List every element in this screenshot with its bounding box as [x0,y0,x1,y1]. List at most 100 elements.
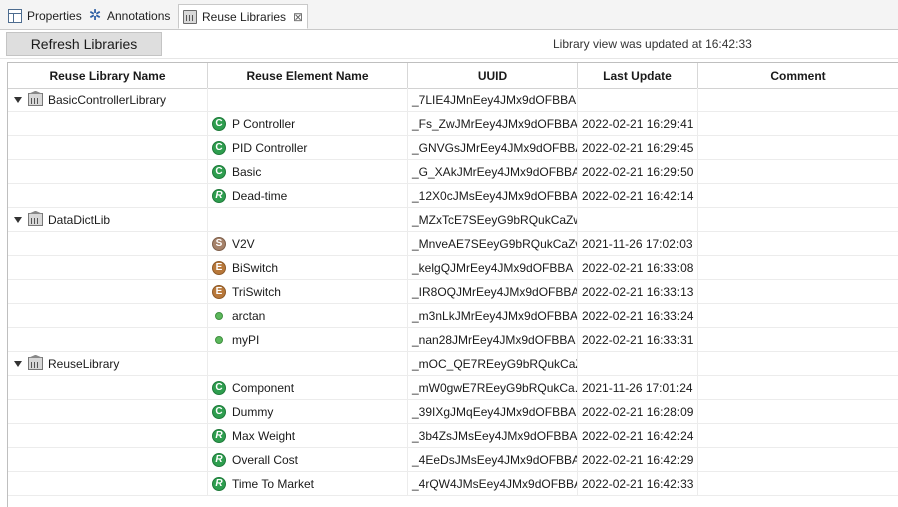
element-name-cell: C Component [208,376,408,399]
uuid-text: _nan28JMrEey4JMx9dOFBBA [412,332,576,347]
library-icon [28,211,43,226]
close-icon[interactable]: ⊠ [293,10,303,24]
column-header-last-update[interactable]: Last Update [578,63,698,88]
comment-cell[interactable] [698,280,898,303]
comment-cell[interactable] [698,256,898,279]
element-row[interactable]: myPI _nan28JMrEey4JMx9dOFBBA 2022-02-21 16… [8,328,898,352]
uuid-text: _m3nLkJMrEey4JMx9dOFBBA [412,308,578,323]
element-name-cell [208,208,408,231]
requirement-icon: R [212,452,226,467]
element-name: arctan [232,308,266,323]
column-header-library-name[interactable]: Reuse Library Name [8,63,208,88]
library-row[interactable]: DataDictLib _MZxTcE7SEeyG9bRQukCaZw [8,208,898,232]
element-row[interactable]: R Overall Cost _4EeDsJMsEey4JMx9dOFBBA 2022… [8,448,898,472]
properties-icon [8,9,22,23]
last-update-cell: 2022-02-21 16:29:50 [578,160,698,183]
uuid-text: _IR8OQJMrEey4JMx9dOFBBA [412,284,578,299]
library-name-cell [8,376,208,399]
comment-cell[interactable] [698,112,898,135]
tab-reuse-libraries[interactable]: Reuse Libraries ⊠ [178,4,309,29]
comment-cell[interactable] [698,472,898,495]
library-row[interactable]: ReuseLibrary _mOC_QE7REeyG9bRQukCaZw [8,352,898,376]
last-update-text: 2022-02-21 16:29:45 [582,140,694,155]
element-row[interactable]: S V2V _MnveAE7SEeyG9bRQukCaZw 2021-11-26 17… [8,232,898,256]
last-update-cell [578,352,698,375]
uuid-text: _3b4ZsJMsEey4JMx9dOFBBA [412,428,578,443]
uuid-text: _kelgQJMrEey4JMx9dOFBBA [412,260,574,275]
element-row[interactable]: C PID Controller _GNVGsJMrEey4JMx9dOFBBA 20… [8,136,898,160]
element-row[interactable]: C P Controller _Fs_ZwJMrEey4JMx9dOFBBA 2022… [8,112,898,136]
element-name-cell: E BiSwitch [208,256,408,279]
comment-cell[interactable] [698,88,898,111]
comment-cell[interactable] [698,424,898,447]
expand-triangle-icon[interactable] [14,216,22,223]
element-name-cell: R Dead-time [208,184,408,207]
last-update-text: 2022-02-21 16:29:50 [582,164,694,179]
tab-annotations[interactable]: ✲ Annotations [84,4,174,28]
element-name-cell: C P Controller [208,112,408,135]
library-icon [183,9,197,24]
element-row[interactable]: R Time To Market _4rQW4JMsEey4JMx9dOFBBA 20… [8,472,898,496]
library-row[interactable]: BasicControllerLibrary _7LIE4JMnEey4JMx9d… [8,88,898,112]
comment-cell[interactable] [698,232,898,255]
uuid-text: _39IXgJMqEey4JMx9dOFBBA [412,404,577,419]
uuid-cell: _IR8OQJMrEey4JMx9dOFBBA [408,280,578,303]
uuid-cell: _kelgQJMrEey4JMx9dOFBBA [408,256,578,279]
last-update-text: 2022-02-21 16:33:24 [582,308,694,323]
last-update-cell: 2022-02-21 16:28:09 [578,400,698,423]
last-update-cell: 2022-02-21 16:33:31 [578,328,698,351]
expand-triangle-icon[interactable] [14,360,22,367]
tab-properties[interactable]: Properties [4,4,86,28]
component-icon: C [212,140,226,155]
tab-bar: Properties ✲ Annotations Reuse Libraries… [0,0,898,30]
element-name-cell: R Overall Cost [208,448,408,471]
uuid-cell: _Fs_ZwJMrEey4JMx9dOFBBA [408,112,578,135]
comment-cell[interactable] [698,136,898,159]
uuid-cell: _39IXgJMqEey4JMx9dOFBBA [408,400,578,423]
comment-cell[interactable] [698,448,898,471]
comment-cell[interactable] [698,208,898,231]
element-row[interactable]: C Dummy _39IXgJMqEey4JMx9dOFBBA 2022-02-21 … [8,400,898,424]
uuid-cell: _7LIE4JMnEey4JMx9dOFBBA [408,88,578,111]
column-header-element-name[interactable]: Reuse Element Name [208,63,408,88]
uuid-cell: _nan28JMrEey4JMx9dOFBBA [408,328,578,351]
element-name: Dead-time [232,188,288,203]
tab-properties-label: Properties [27,9,82,23]
datatype-icon [215,335,223,344]
element-row[interactable]: arctan _m3nLkJMrEey4JMx9dOFBBA 2022-02-21 … [8,304,898,328]
expand-triangle-icon[interactable] [14,96,22,103]
uuid-text: _4EeDsJMsEey4JMx9dOFBBA [412,452,578,467]
element-row[interactable]: R Dead-time _12X0cJMsEey4JMx9dOFBBA 2022-02… [8,184,898,208]
element-row[interactable]: C Basic _G_XAkJMrEey4JMx9dOFBBA 2022-02-21 … [8,160,898,184]
element-name-cell: C Dummy [208,400,408,423]
element-row[interactable]: E TriSwitch _IR8OQJMrEey4JMx9dOFBBA 2022-02… [8,280,898,304]
last-update-cell: 2022-02-21 16:33:08 [578,256,698,279]
comment-cell[interactable] [698,352,898,375]
uuid-cell: _GNVGsJMrEey4JMx9dOFBBA [408,136,578,159]
last-update-cell [578,208,698,231]
column-header-uuid[interactable]: UUID [408,63,578,88]
last-update-cell: 2022-02-21 16:29:41 [578,112,698,135]
element-row[interactable]: E BiSwitch _kelgQJMrEey4JMx9dOFBBA 2022-02-… [8,256,898,280]
uuid-cell: _MZxTcE7SEeyG9bRQukCaZw [408,208,578,231]
library-name-cell: ReuseLibrary [8,352,208,375]
element-name-cell: E TriSwitch [208,280,408,303]
last-update-text: 2022-02-21 16:28:09 [582,404,694,419]
uuid-text: _7LIE4JMnEey4JMx9dOFBBA [412,92,577,107]
last-update-text: 2022-02-21 16:42:29 [582,452,694,467]
element-name-cell: C PID Controller [208,136,408,159]
comment-cell[interactable] [698,400,898,423]
element-name: PID Controller [232,140,308,155]
comment-cell[interactable] [698,376,898,399]
comment-cell[interactable] [698,328,898,351]
comment-cell[interactable] [698,184,898,207]
element-name: Dummy [232,404,274,419]
element-row[interactable]: R Max Weight _3b4ZsJMsEey4JMx9dOFBBA 2022-0… [8,424,898,448]
column-header-comment[interactable]: Comment [698,63,898,88]
comment-cell[interactable] [698,304,898,327]
last-update-cell: 2022-02-21 16:42:14 [578,184,698,207]
enum-icon: E [212,284,226,299]
refresh-libraries-button[interactable]: Refresh Libraries [6,32,162,56]
comment-cell[interactable] [698,160,898,183]
element-row[interactable]: C Component _mW0gwE7REeyG9bRQukCa... 2021-1… [8,376,898,400]
